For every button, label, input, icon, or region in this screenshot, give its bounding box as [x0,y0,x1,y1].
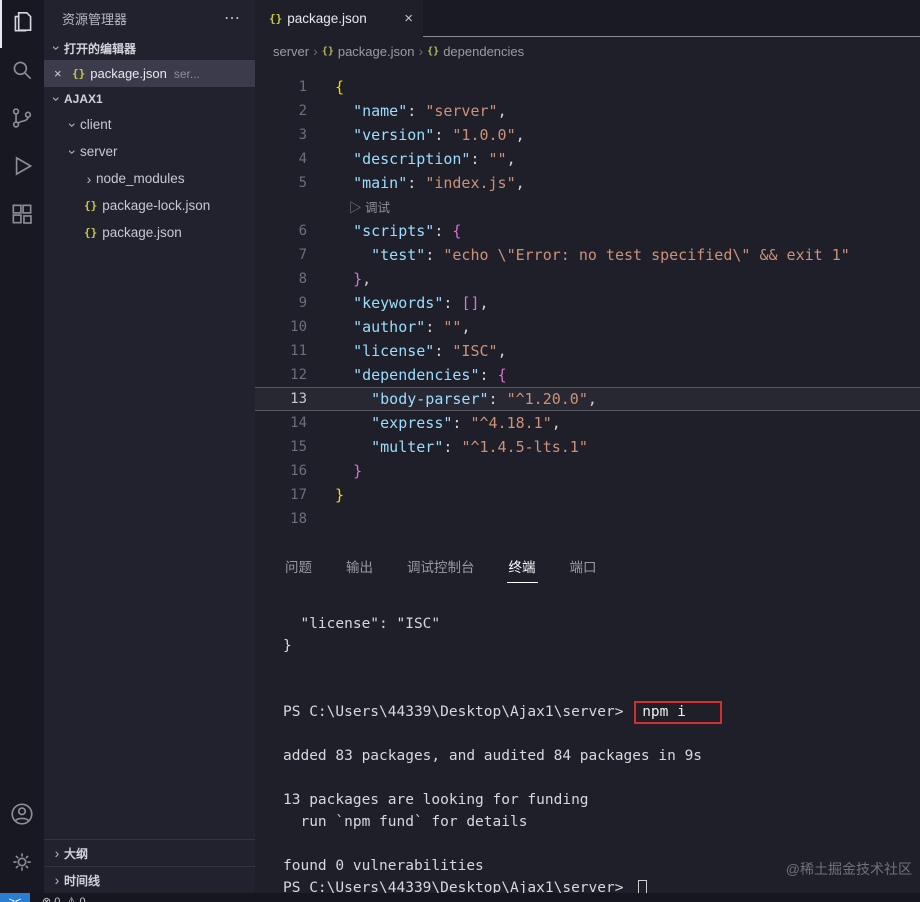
json-file-icon: {} [269,12,283,25]
json-file-icon: {} [321,45,334,57]
vscode-window: 资源管理器 ⋯ › 打开的编辑器 × {} package.json ser..… [0,0,920,902]
settings-button[interactable] [0,840,44,888]
watermark: @稀土掘金技术社区 [785,861,912,877]
breadcrumb-package-json[interactable]: package.json [338,44,415,59]
json-file-icon: {} [72,67,86,80]
panel-tab-输出[interactable]: 输出 [344,550,375,582]
json-file-icon: {} [84,199,98,212]
panel-tabs: 问题 输出 调试控制台 终端 端口 [255,549,920,583]
source-control-icon [9,105,35,136]
tree-item-node-modules[interactable]: › node_modules [44,165,255,192]
panel-tab-终端[interactable]: 终端 [506,550,538,583]
chevron-down-icon: › [49,96,65,102]
explorer-icon [10,9,36,40]
sidebar-title: 资源管理器 [62,11,128,27]
remote-indicator-icon[interactable]: >< [0,893,30,902]
account-icon [9,801,35,832]
json-file-icon: {} [84,226,98,239]
breadcrumb-dependencies[interactable]: dependencies [443,44,524,59]
run-and-debug-icon [9,153,35,184]
chevron-right-icon: › [86,170,92,187]
code-area[interactable]: 1{2 "name": "server", 3 "version": "1.0.0… [255,65,920,531]
tree-item-server[interactable]: › server [44,138,255,165]
chevron-down-icon: › [49,45,65,51]
extensions-button[interactable] [0,192,44,240]
editor-group: {} package.json × server › {} package.js… [255,0,920,896]
tab-bar: {} package.json × [255,0,920,37]
timeline-section[interactable]: › 时间线 [44,866,255,893]
source-control-button[interactable] [0,96,44,144]
breadcrumb: server › {} package.json › {} dependenci… [255,37,920,65]
chevron-right-icon: › [54,872,60,888]
workspace-header[interactable]: › AJAX1 [44,87,255,111]
extensions-icon [9,201,35,232]
tree-item-client[interactable]: › client [44,111,255,138]
terminal-prompt: PS C:\Users\44339\Desktop\Ajax1\server> [283,704,633,720]
explorer-sidebar: 资源管理器 ⋯ › 打开的编辑器 × {} package.json ser..… [44,0,255,893]
chevron-right-icon: › [313,43,318,59]
tree-item-package-json[interactable]: {} package.json [44,219,255,246]
tab-bar-empty [423,0,920,37]
open-editor-package-json[interactable]: × {} package.json ser... [44,60,255,87]
sidebar-bottom-sections: › 大纲 › 时间线 [44,839,255,893]
problems-status[interactable]: ⊗ 0 ⚠ 0 [42,893,86,902]
account-button[interactable] [0,792,44,840]
panel-tab-调试控制台[interactable]: 调试控制台 [405,550,477,582]
debug-codelens[interactable]: ▷ 调试 [335,201,390,215]
outline-section[interactable]: › 大纲 [44,839,255,866]
tree-item-package-lock-json[interactable]: {} package-lock.json [44,192,255,219]
panel-tab-端口[interactable]: 端口 [568,550,599,582]
file-tree: › client › server › node_modules{} package-loc… [44,111,255,246]
explorer-button[interactable] [0,0,44,48]
gear-icon [9,849,35,880]
chevron-right-icon: › [54,845,60,861]
chevron-right-icon: › [418,43,424,59]
search-icon [9,57,35,88]
chevron-down-icon: › [65,122,81,127]
close-icon[interactable]: × [54,66,70,81]
json-file-icon: {} [427,45,440,57]
run-and-debug-button[interactable] [0,144,44,192]
breadcrumb-server[interactable]: server [273,44,309,59]
bottom-panel: 问题 输出 调试控制台 终端 端口 "license": "ISC"} PS C:\Us… [255,549,920,896]
terminal-output[interactable]: "license": "ISC"} PS C:\Users\44339\Desk… [255,583,920,899]
status-bar: >< ⊗ 0 ⚠ 0 [0,893,920,902]
chevron-down-icon: › [65,149,81,154]
open-editors-header[interactable]: › 打开的编辑器 [44,36,255,60]
tab-package-json[interactable]: {} package.json × [255,0,423,37]
panel-tab-问题[interactable]: 问题 [283,550,314,582]
close-icon[interactable]: × [404,10,413,27]
more-actions-icon[interactable]: ⋯ [224,8,241,28]
activity-bar [0,0,44,902]
npm-i-highlight-box: npm i [634,701,722,724]
search-button[interactable] [0,48,44,96]
